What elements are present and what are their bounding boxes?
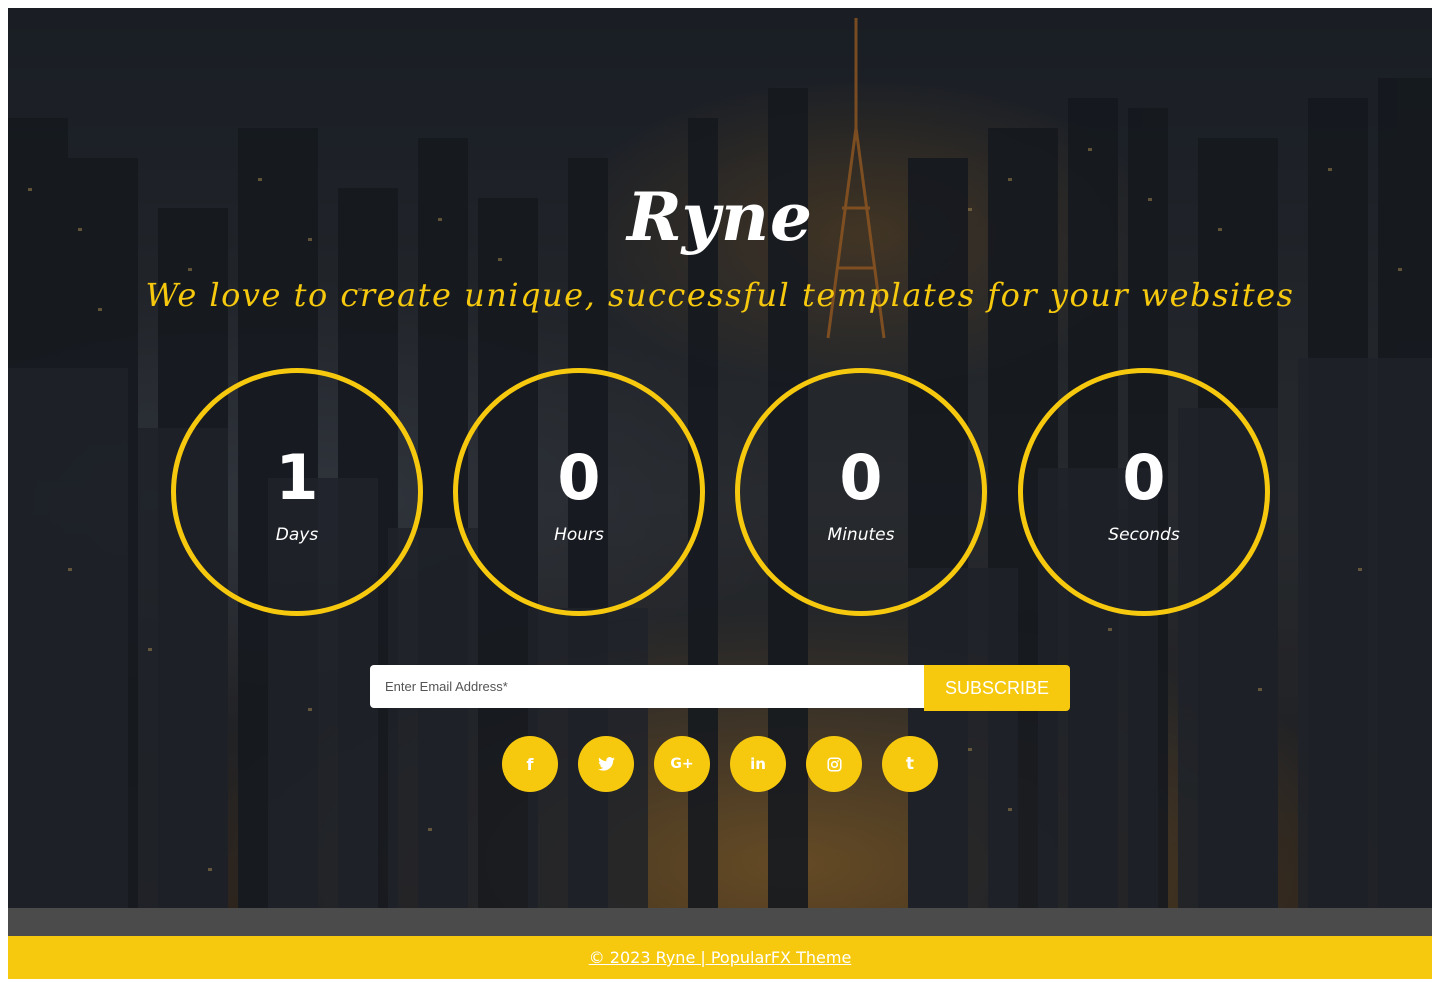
site-tagline: We love to create unique, successful tem…: [145, 276, 1295, 314]
countdown-days-label: Days: [275, 525, 319, 545]
footer-copyright-link[interactable]: © 2023 Ryne | PopularFX Theme: [589, 948, 852, 967]
instagram-link[interactable]: [806, 736, 862, 792]
countdown-minutes-value: 0: [839, 441, 883, 514]
countdown-days-value: 1: [275, 441, 319, 514]
google-plus-icon: G+: [670, 756, 694, 772]
countdown-minutes: 0 Minutes: [735, 368, 987, 616]
linkedin-link[interactable]: in: [730, 736, 786, 792]
countdown-days: 1 Days: [171, 368, 423, 616]
countdown-seconds-label: Seconds: [1108, 525, 1180, 545]
hero-section: Ryne We love to create unique, successfu…: [8, 8, 1432, 908]
facebook-link[interactable]: f: [502, 736, 558, 792]
google-plus-link[interactable]: G+: [654, 736, 710, 792]
countdown-hours: 0 Hours: [453, 368, 705, 616]
countdown-hours-label: Hours: [554, 525, 604, 545]
instagram-icon: [826, 756, 842, 772]
linkedin-icon: in: [750, 755, 766, 773]
countdown-seconds: 0 Seconds: [1018, 368, 1270, 616]
tumblr-link[interactable]: t: [882, 736, 938, 792]
footer: © 2023 Ryne | PopularFX Theme: [8, 936, 1432, 979]
twitter-link[interactable]: [578, 736, 634, 792]
countdown-minutes-label: Minutes: [827, 525, 895, 545]
footer-divider-bar: [8, 908, 1432, 936]
countdown-hours-value: 0: [557, 441, 601, 514]
page-frame: Ryne We love to create unique, successfu…: [8, 8, 1432, 979]
twitter-icon: [597, 757, 615, 771]
site-title: Ryne: [626, 178, 813, 256]
email-input[interactable]: [370, 665, 925, 708]
facebook-icon: f: [526, 754, 534, 774]
subscribe-button[interactable]: SUBSCRIBE: [924, 665, 1070, 711]
tumblr-icon: t: [905, 754, 915, 774]
countdown-seconds-value: 0: [1122, 441, 1166, 514]
